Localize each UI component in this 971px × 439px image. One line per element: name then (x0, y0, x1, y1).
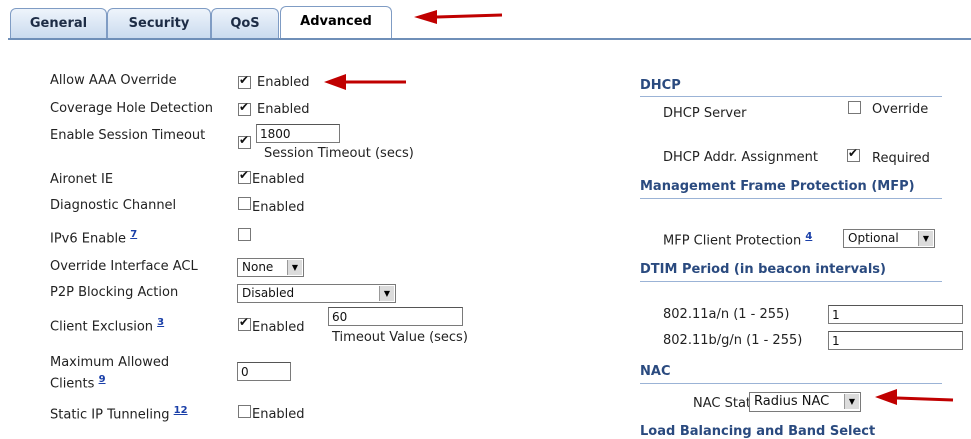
mfp-client-protection-text: MFP Client Protection (663, 233, 802, 249)
client-exclusion-text: Client Exclusion (50, 319, 154, 335)
dropdown-arrow-icon: ▼ (844, 394, 859, 409)
dropdown-arrow-icon: ▼ (287, 260, 302, 275)
coverage-hole-label: Coverage Hole Detection (50, 101, 214, 116)
tab-general[interactable]: General (10, 8, 107, 39)
static-ip-tunneling-label: Static IP Tunneling 12 (50, 405, 188, 422)
tab-security[interactable]: Security (107, 8, 211, 39)
dhcp-server-label: DHCP Server (663, 106, 747, 121)
max-clients-input[interactable]: 0 (237, 362, 291, 381)
mfp-client-protection-select[interactable]: Optional ▼ (843, 229, 935, 248)
override-acl-select[interactable]: None ▼ (237, 258, 304, 277)
mfp-client-protection-selected: Optional (848, 231, 899, 245)
tab-qos[interactable]: QoS (211, 8, 279, 39)
section-divider (640, 96, 942, 97)
coverage-hole-value: Enabled (257, 102, 310, 117)
mfp-client-protection-label: MFP Client Protection 4 (663, 231, 812, 248)
client-exclusion-timeout-input[interactable]: 60 (328, 307, 463, 326)
help-link[interactable]: 9 (99, 374, 106, 385)
static-ip-tunneling-checkbox[interactable] (238, 405, 251, 418)
dhcp-heading: DHCP (640, 78, 681, 93)
max-clients-text-line1: Maximum Allowed (50, 355, 170, 370)
p2p-blocking-selected: Disabled (242, 286, 295, 300)
load-balancing-heading: Load Balancing and Band Select (640, 424, 876, 439)
arrow-annotation-icon (875, 389, 954, 405)
p2p-blocking-label: P2P Blocking Action (50, 285, 179, 300)
section-divider (640, 281, 942, 282)
diagnostic-channel-label: Diagnostic Channel (50, 198, 177, 213)
help-link[interactable]: 4 (805, 231, 812, 242)
dtim-80211an-label: 802.11a/n (1 - 255) (663, 307, 790, 322)
dropdown-arrow-icon: ▼ (379, 286, 394, 301)
static-ip-tunneling-value: Enabled (252, 407, 305, 422)
help-link[interactable]: 3 (157, 317, 164, 328)
section-divider (640, 383, 942, 384)
nac-state-select[interactable]: Radius NAC ▼ (749, 392, 861, 412)
dhcp-assignment-value: Required (872, 151, 930, 166)
nac-state-selected: Radius NAC (754, 394, 830, 409)
dhcp-assignment-checkbox[interactable] (847, 146, 860, 162)
dropdown-arrow-icon: ▼ (918, 231, 933, 246)
session-timeout-label: Enable Session Timeout (50, 128, 206, 143)
ipv6-enable-checkbox[interactable] (238, 228, 251, 241)
help-link[interactable]: 12 (174, 405, 188, 416)
session-timeout-sublabel: Session Timeout (secs) (264, 146, 414, 161)
session-timeout-checkbox[interactable] (238, 133, 251, 149)
max-clients-label: Maximum Allowed Clients 9 (50, 354, 169, 392)
help-link[interactable]: 7 (130, 229, 137, 240)
mfp-heading: Management Frame Protection (MFP) (640, 179, 915, 194)
dtim-80211an-input[interactable]: 1 (828, 305, 963, 324)
aironet-ie-value: Enabled (252, 172, 305, 187)
client-exclusion-checkbox[interactable] (238, 315, 251, 331)
client-exclusion-sublabel: Timeout Value (secs) (332, 330, 468, 345)
tab-advanced[interactable]: Advanced (280, 6, 392, 40)
aironet-ie-label: Aironet IE (50, 172, 114, 187)
aaa-override-label: Allow AAA Override (50, 73, 177, 88)
dhcp-server-override-checkbox[interactable] (848, 101, 861, 114)
session-timeout-input[interactable]: 1800 (256, 124, 340, 143)
max-clients-text: Clients (50, 376, 95, 392)
diagnostic-channel-value: Enabled (252, 200, 305, 215)
nac-heading: NAC (640, 364, 671, 379)
coverage-hole-checkbox[interactable] (238, 100, 251, 116)
ipv6-enable-label: IPv6 Enable 7 (50, 229, 137, 246)
client-exclusion-label: Client Exclusion 3 (50, 317, 164, 334)
override-acl-selected: None (242, 260, 274, 274)
arrow-annotation-icon (414, 10, 503, 24)
arrow-annotation-icon (324, 74, 406, 90)
dhcp-assignment-label: DHCP Addr. Assignment (663, 150, 818, 165)
ipv6-enable-text: IPv6 Enable (50, 231, 127, 247)
aironet-ie-checkbox[interactable] (238, 168, 251, 184)
dhcp-server-override-value: Override (872, 102, 929, 117)
aaa-override-checkbox[interactable] (238, 73, 251, 89)
max-clients-text-line2: Clients 9 (50, 371, 169, 392)
diagnostic-channel-checkbox[interactable] (238, 197, 251, 210)
dtim-80211bgn-label: 802.11b/g/n (1 - 255) (663, 333, 803, 348)
p2p-blocking-select[interactable]: Disabled ▼ (237, 284, 396, 303)
section-divider (640, 198, 942, 199)
client-exclusion-value: Enabled (252, 320, 305, 335)
aaa-override-value: Enabled (257, 75, 310, 90)
tab-underline (8, 38, 971, 40)
dtim-80211bgn-input[interactable]: 1 (828, 331, 963, 350)
static-ip-tunneling-text: Static IP Tunneling (50, 407, 170, 423)
dtim-heading: DTIM Period (in beacon intervals) (640, 262, 886, 277)
override-acl-label: Override Interface ACL (50, 259, 198, 274)
